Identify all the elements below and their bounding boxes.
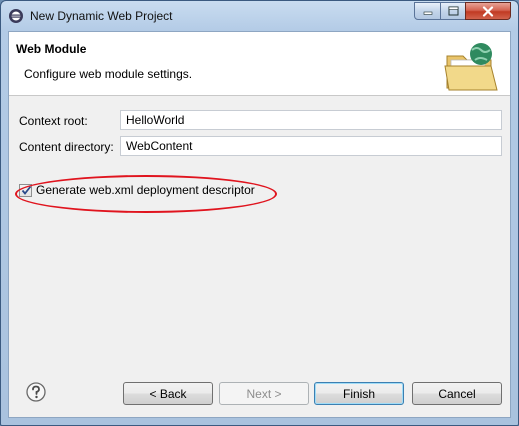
generate-descriptor-label: Generate web.xml deployment descriptor: [36, 183, 255, 197]
finish-button[interactable]: Finish: [314, 382, 404, 405]
close-button[interactable]: [465, 2, 511, 20]
context-root-input[interactable]: [120, 110, 502, 130]
window-title: New Dynamic Web Project: [30, 9, 173, 23]
content-directory-input[interactable]: [120, 136, 502, 156]
minimize-button[interactable]: [414, 2, 441, 20]
wizard-banner: Web Module Configure web module settings…: [9, 32, 510, 96]
banner-title: Web Module: [16, 42, 87, 56]
maximize-button[interactable]: [440, 2, 466, 20]
banner-description: Configure web module settings.: [24, 67, 193, 81]
dialog-window: New Dynamic Web Project Web Module Confi…: [0, 0, 519, 426]
back-button[interactable]: < Back: [123, 382, 213, 405]
generate-descriptor-option[interactable]: Generate web.xml deployment descriptor: [19, 182, 255, 198]
eclipse-app-icon: [9, 9, 23, 23]
content-directory-label: Content directory:: [19, 140, 114, 154]
next-button[interactable]: Next >: [219, 382, 309, 405]
web-project-folder-icon: [444, 43, 498, 91]
title-bar[interactable]: New Dynamic Web Project: [1, 1, 518, 31]
checkmark-icon: [21, 185, 32, 195]
context-root-label: Context root:: [19, 114, 88, 128]
minimize-icon: [423, 11, 432, 15]
close-icon: [482, 5, 494, 17]
maximize-icon: [448, 6, 458, 16]
dialog-content: Web Module Configure web module settings…: [8, 31, 511, 418]
generate-descriptor-checkbox[interactable]: [19, 183, 32, 197]
cancel-button[interactable]: Cancel: [412, 382, 502, 405]
help-icon[interactable]: [26, 382, 46, 402]
